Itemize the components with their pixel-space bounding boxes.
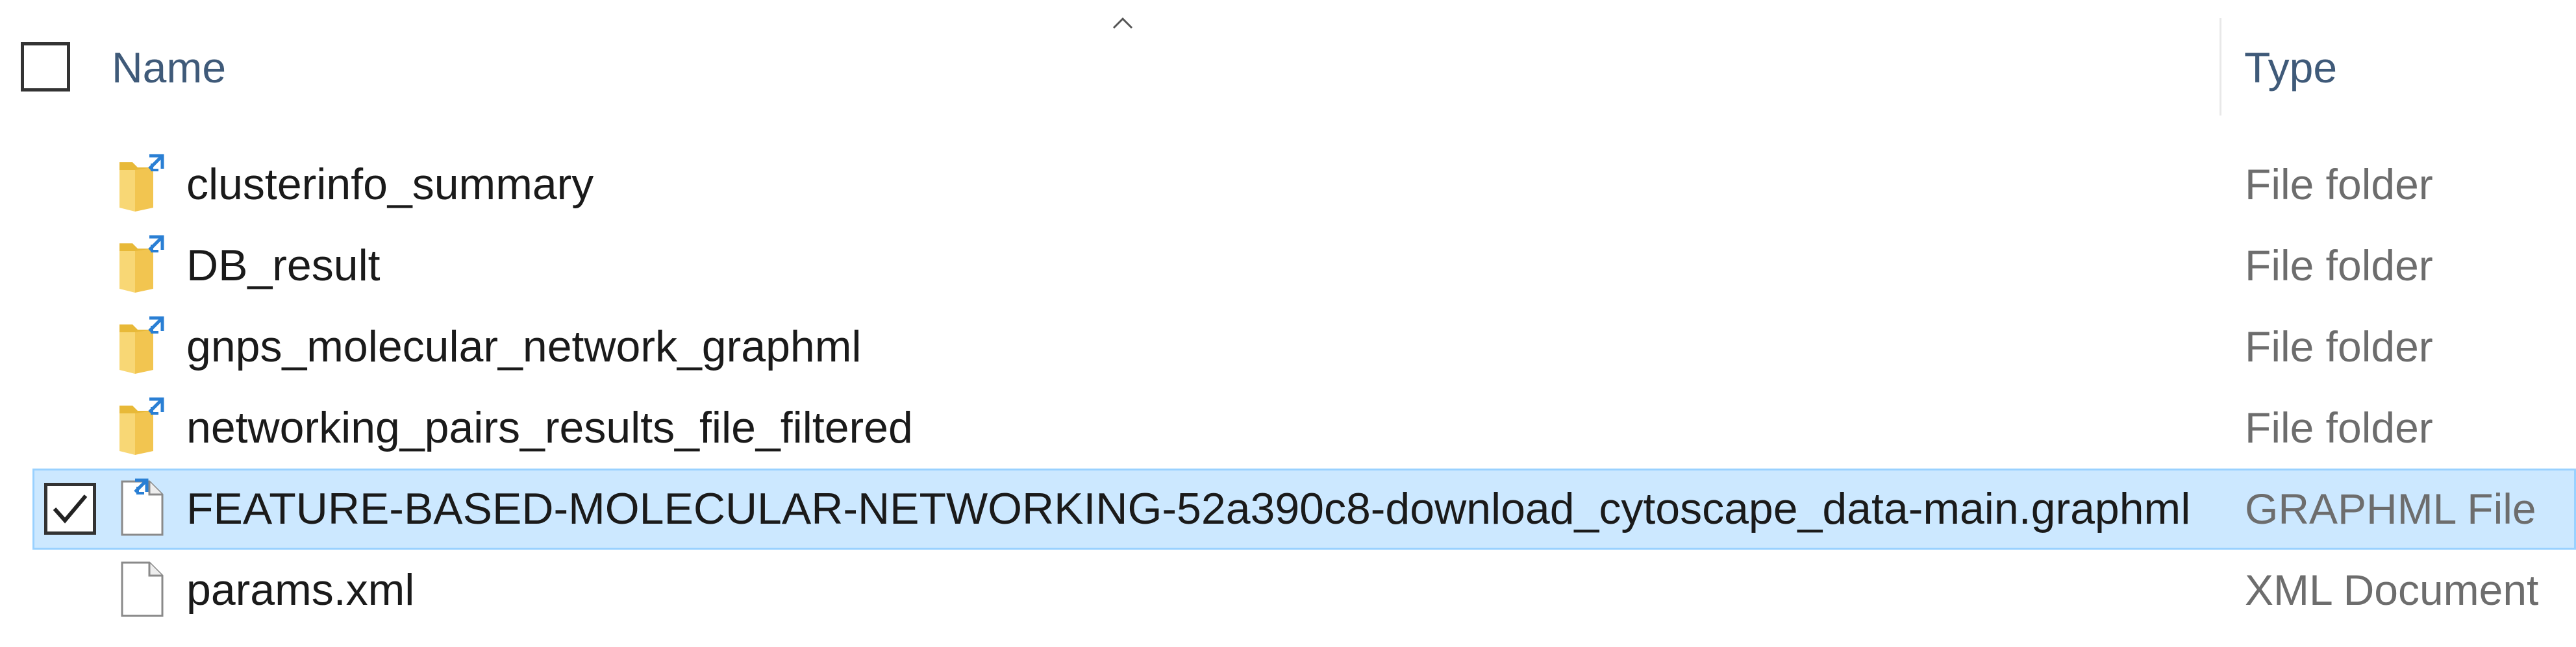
file-type: XML Document: [2245, 566, 2539, 614]
file-name: DB_result: [186, 241, 381, 290]
file-name: clusterinfo_summary: [186, 160, 594, 209]
list-item[interactable]: DB_result File folder: [0, 225, 2576, 306]
select-all-checkbox[interactable]: [21, 42, 70, 92]
folder-shortcut-icon: [119, 154, 164, 212]
file-name: FEATURE-BASED-MOLECULAR-NETWORKING-52a39…: [186, 484, 2191, 533]
file-name: gnps_molecular_network_graphml: [186, 322, 862, 371]
file-icon: [121, 561, 164, 617]
list-item[interactable]: gnps_molecular_network_graphml File fold…: [0, 306, 2576, 387]
chevron-up-icon[interactable]: [1112, 16, 1134, 30]
list-item-selected[interactable]: FEATURE-BASED-MOLECULAR-NETWORKING-52a39…: [0, 469, 2576, 550]
file-type: File folder: [2245, 404, 2433, 452]
column-header-type[interactable]: Type: [2244, 42, 2337, 93]
column-header-name[interactable]: Name: [112, 42, 226, 93]
file-type: File folder: [2245, 241, 2433, 289]
row-checkbox-checked[interactable]: [44, 483, 96, 535]
file-type: GRAPHML File: [2245, 485, 2536, 533]
file-type: File folder: [2245, 160, 2433, 208]
file-name: networking_pairs_results_file_filtered: [186, 403, 913, 452]
folder-shortcut-icon: [119, 235, 164, 293]
folder-shortcut-icon: [119, 316, 164, 374]
list-item[interactable]: params.xml XML Document: [0, 550, 2576, 631]
folder-shortcut-icon: [119, 397, 164, 455]
file-list: clusterinfo_summary File folder DB_resul…: [0, 144, 2576, 631]
file-shortcut-icon: [121, 478, 164, 536]
list-item[interactable]: networking_pairs_results_file_filtered F…: [0, 387, 2576, 469]
file-type: File folder: [2245, 323, 2433, 371]
column-header-bar: Name Type: [0, 0, 2576, 117]
column-divider[interactable]: [2220, 18, 2221, 116]
file-name: params.xml: [186, 565, 415, 615]
list-item[interactable]: clusterinfo_summary File folder: [0, 144, 2576, 225]
